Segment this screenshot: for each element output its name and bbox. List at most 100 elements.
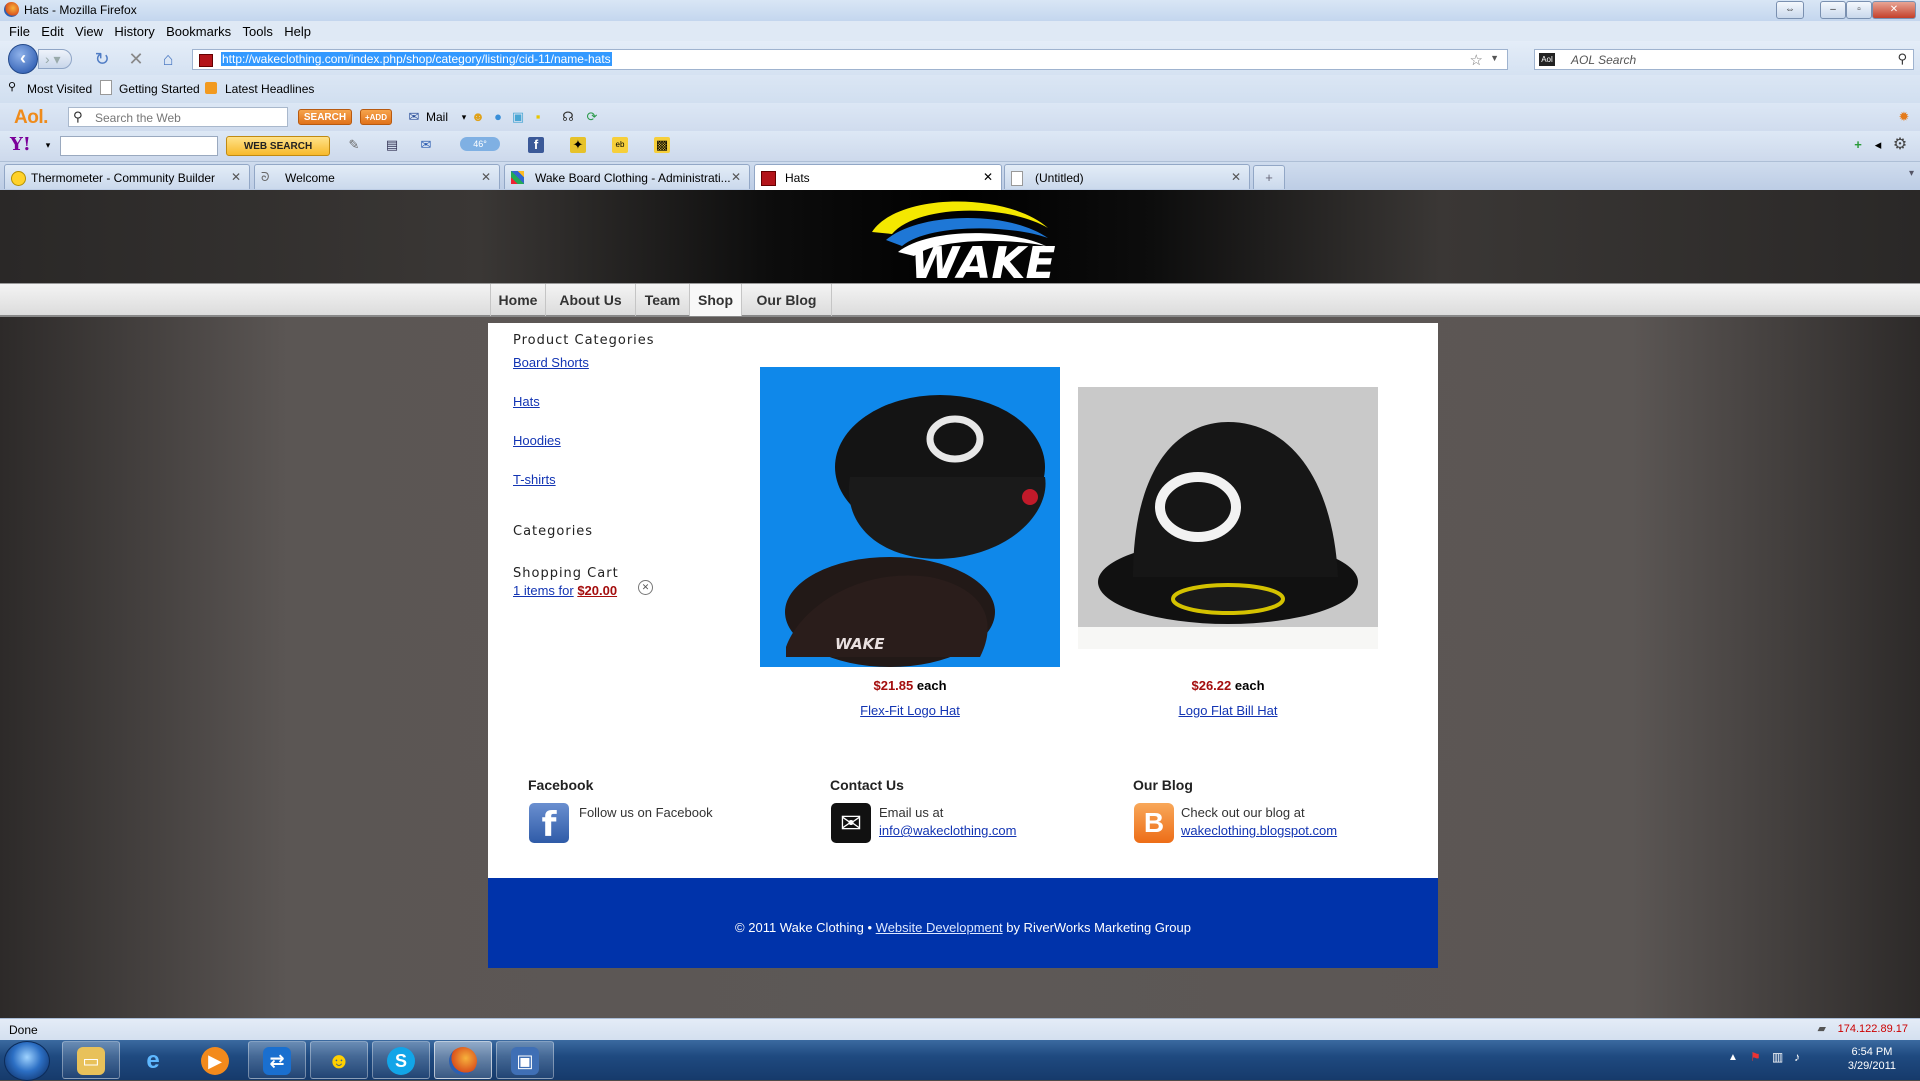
menu-edit[interactable]: Edit — [41, 24, 63, 39]
yahoo-widget-icon[interactable]: ▩ — [654, 137, 670, 153]
menu-file[interactable]: File — [9, 24, 30, 39]
maximize-button[interactable]: ▫ — [1846, 1, 1872, 19]
footer-email-link[interactable]: info@wakeclothing.com — [879, 823, 1016, 838]
email-envelope-icon[interactable]: ✉ — [831, 803, 871, 843]
chevron-down-icon[interactable]: ▾ — [40, 137, 56, 153]
start-button[interactable] — [4, 1041, 50, 1081]
category-hoodies[interactable]: Hoodies — [513, 433, 561, 448]
clock[interactable]: 6:54 PM 3/29/2011 — [1848, 1045, 1896, 1073]
nav-shop[interactable]: Shop — [690, 284, 742, 316]
cart-items-link[interactable]: 1 items for — [513, 583, 574, 598]
close-tab-icon[interactable]: ✕ — [983, 170, 993, 184]
tab-welcome[interactable]: ᘐ Welcome ✕ — [254, 164, 500, 189]
close-tab-icon[interactable]: ✕ — [481, 170, 491, 184]
refresh-green-icon[interactable]: ⟳ — [584, 109, 600, 125]
category-t-shirts[interactable]: T-shirts — [513, 472, 556, 487]
headphones-icon[interactable]: ☊ — [560, 109, 576, 125]
document-icon[interactable]: ▤ — [384, 137, 400, 153]
chevron-left-icon[interactable]: ◂ — [1870, 137, 1886, 153]
stop-icon[interactable]: ✕ — [126, 49, 146, 69]
facebook-icon[interactable]: f — [529, 803, 569, 845]
network-icon[interactable]: ▥ — [1772, 1050, 1783, 1064]
address-url[interactable]: http://wakeclothing.com/index.php/shop/c… — [221, 52, 612, 66]
taskbar-firefox[interactable] — [434, 1041, 492, 1079]
home-icon[interactable]: ⌂ — [158, 49, 178, 69]
product-link-logo-flat-bill-hat[interactable]: Logo Flat Bill Hat — [1078, 703, 1378, 718]
blogger-icon[interactable]: B — [1134, 803, 1174, 843]
product-link-flex-fit-logo-hat[interactable]: Flex-Fit Logo Hat — [760, 703, 1060, 718]
flickr-icon[interactable]: ✦ — [570, 137, 586, 153]
radio-icon[interactable]: ▣ — [510, 109, 526, 125]
taskbar-explorer[interactable]: ▭ — [62, 1041, 120, 1079]
running-man-icon[interactable]: ☻ — [470, 109, 486, 125]
settings-gear-icon[interactable]: ✹ — [1896, 109, 1912, 125]
menu-tools[interactable]: Tools — [243, 24, 273, 39]
aol-search-input[interactable]: ⚲ Search the Web — [68, 107, 288, 127]
back-button[interactable]: ‹ — [8, 44, 38, 74]
nav-team[interactable]: Team — [636, 284, 690, 316]
nav-about-us[interactable]: About Us — [546, 284, 636, 316]
forward-button[interactable]: › ▾ — [38, 49, 72, 69]
volume-icon[interactable]: ♪ — [1794, 1050, 1800, 1064]
website-development-link[interactable]: Website Development — [876, 920, 1003, 935]
yahoo-web-search-button[interactable]: WEB SEARCH — [226, 136, 330, 156]
tab-untitled[interactable]: (Untitled) ✕ — [1004, 164, 1250, 189]
aol-search-button[interactable]: SEARCH — [298, 109, 352, 125]
nav-our-blog[interactable]: Our Blog — [742, 284, 832, 316]
close-tab-icon[interactable]: ✕ — [731, 170, 741, 184]
aol-engine-icon[interactable]: Aol — [1539, 53, 1555, 66]
restore-small-icon[interactable]: ⇔ — [1776, 1, 1804, 19]
yahoo-search-input[interactable] — [60, 136, 218, 156]
yahoo-mail-icon[interactable]: ✉ — [418, 137, 434, 153]
taskbar-ie[interactable]: e — [124, 1041, 182, 1079]
category-hats[interactable]: Hats — [513, 394, 540, 409]
taskbar-teamviewer[interactable]: ⇄ — [248, 1041, 306, 1079]
menu-history[interactable]: History — [114, 24, 154, 39]
bookmark-most-visited[interactable]: Most Visited — [27, 82, 92, 96]
new-tab-button[interactable]: + — [1253, 165, 1285, 189]
tab-list-chevron-icon[interactable]: ▾ — [1909, 168, 1914, 179]
nav-home[interactable]: Home — [490, 284, 546, 316]
taskbar-media-player[interactable]: ▶ — [186, 1041, 244, 1079]
taskbar-aim[interactable]: ☻ — [310, 1041, 368, 1079]
minimize-button[interactable]: ‒ — [1820, 1, 1846, 19]
menu-bookmarks[interactable]: Bookmarks — [166, 24, 231, 39]
cart-summary[interactable]: 1 items for $20.00 — [513, 583, 617, 598]
footer-facebook-text[interactable]: Follow us on Facebook — [579, 805, 713, 820]
tab-thermometer[interactable]: Thermometer - Community Builder ✕ — [4, 164, 250, 189]
action-center-flag-icon[interactable]: ⚑ — [1750, 1050, 1761, 1064]
wake-logo[interactable]: WAKE — [858, 194, 1108, 282]
product-image-flex-fit-hat[interactable]: WAKE — [760, 367, 1060, 667]
close-tab-icon[interactable]: ✕ — [1231, 170, 1241, 184]
addon-status-icon[interactable]: ▰ — [1818, 1022, 1826, 1035]
close-window-button[interactable]: ✕ — [1872, 1, 1916, 19]
pencil-icon[interactable]: ✎ — [346, 137, 362, 153]
bookmark-getting-started[interactable]: Getting Started — [119, 82, 200, 96]
chevron-up-icon[interactable]: ▲ — [1728, 1052, 1738, 1063]
aol-logo[interactable]: Aol. — [14, 107, 48, 129]
bookmark-star-icon[interactable]: ☆ — [1470, 51, 1483, 69]
facebook-icon[interactable]: f — [528, 137, 544, 153]
reload-icon[interactable]: ↻ — [92, 49, 112, 69]
add-plus-icon[interactable]: + — [1850, 137, 1866, 153]
search-icon[interactable]: ⚲ — [1897, 51, 1907, 67]
taskbar-skype[interactable]: S — [372, 1041, 430, 1079]
aol-add-button[interactable]: +ADD — [360, 109, 392, 125]
chat-bubble-icon[interactable]: ● — [490, 109, 506, 125]
gear-icon[interactable]: ⚙ — [1892, 137, 1908, 153]
chevron-down-icon[interactable]: ▼ — [1490, 53, 1499, 63]
product-image-flat-bill-hat[interactable] — [1078, 387, 1378, 649]
close-tab-icon[interactable]: ✕ — [231, 170, 241, 184]
ebay-icon[interactable]: eb — [612, 137, 628, 153]
weather-badge[interactable]: 46° — [460, 137, 500, 151]
tab-hats[interactable]: Hats ✕ — [754, 164, 1002, 191]
mail-icon[interactable]: ✉ — [406, 109, 422, 125]
category-board-shorts[interactable]: Board Shorts — [513, 355, 589, 370]
remove-cart-icon[interactable]: ✕ — [638, 580, 653, 595]
menu-view[interactable]: View — [75, 24, 103, 39]
sticky-note-icon[interactable]: ▪ — [530, 109, 546, 125]
cart-total[interactable]: $20.00 — [577, 583, 617, 598]
bookmark-latest-headlines[interactable]: Latest Headlines — [225, 82, 314, 96]
search-box[interactable]: Aol AOL Search ⚲ — [1534, 49, 1914, 70]
yahoo-logo[interactable]: Y! — [10, 134, 31, 155]
